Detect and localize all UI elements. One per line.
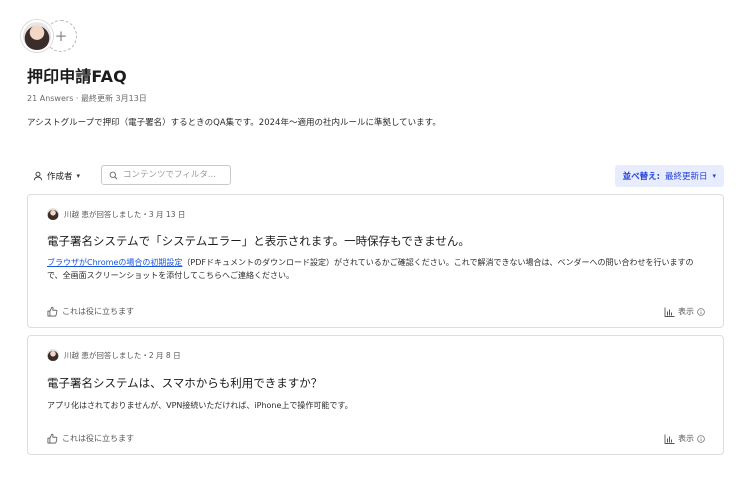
sort-dropdown[interactable]: 並べ替え: 最終更新日 ▾ xyxy=(614,165,724,187)
helpful-label: これは役に立ちます xyxy=(62,434,134,443)
answer-link[interactable]: ブラウザがChromeの場合の初期設定 xyxy=(47,258,182,267)
qa-card: 川越 恵が回答しました・2 月 8 日 電子署名システムは、スマホからも利用でき… xyxy=(27,335,724,455)
answer-author: 川越 恵が回答しました・2 月 8 日 xyxy=(47,349,181,361)
info-icon xyxy=(697,434,705,443)
question-title[interactable]: 電子署名システムで「システムエラー」と表示されます。一時保存もできません。 xyxy=(47,233,470,249)
user-icon xyxy=(33,171,43,181)
avatar[interactable] xyxy=(21,20,53,52)
answer-author: 川越 恵が回答しました・3 月 13 日 xyxy=(47,208,185,220)
question-title[interactable]: 電子署名システムは、スマホからも利用できますか？ xyxy=(47,375,322,391)
helpful-label: これは役に立ちます xyxy=(62,307,134,316)
helpful-button[interactable]: これは役に立ちます xyxy=(47,306,134,317)
page-description: アシストグループで押印（電子署名）するときのQA集です。2024年～適用の社内ル… xyxy=(27,118,441,128)
avatar[interactable] xyxy=(47,208,59,220)
helpful-button[interactable]: これは役に立ちます xyxy=(47,433,134,444)
search-icon xyxy=(109,171,118,180)
author-filter-label: 作成者 xyxy=(47,172,73,182)
answer-text: ブラウザがChromeの場合の初期設定（PDFドキュメントのダウンロード設定）が… xyxy=(47,256,705,282)
avatar[interactable] xyxy=(47,349,59,361)
filter-input[interactable] xyxy=(123,170,223,180)
chevron-down-icon: ▾ xyxy=(76,172,81,180)
collaborator-avatars: + xyxy=(21,20,81,52)
toolbar: 作成者 ▾ 並べ替え: 最終更新日 ▾ xyxy=(27,165,724,187)
qa-card: 川越 恵が回答しました・3 月 13 日 電子署名システムで「システムエラー」と… xyxy=(27,194,724,328)
answered-by-text: 川越 恵が回答しました・3 月 13 日 xyxy=(64,209,186,219)
content-filter[interactable] xyxy=(101,165,231,185)
author-filter-button[interactable]: 作成者 ▾ xyxy=(27,165,86,187)
bar-chart-icon xyxy=(664,307,675,317)
views-button[interactable]: 表示 xyxy=(664,433,705,444)
views-label: 表示 xyxy=(678,434,694,443)
page-title: 押印申請FAQ xyxy=(27,67,127,86)
thumbs-up-icon xyxy=(47,306,58,317)
views-button[interactable]: 表示 xyxy=(664,306,705,317)
chevron-down-icon: ▾ xyxy=(712,172,716,180)
answer-text: アプリ化はされておりませんが、VPN接続いただければ、iPhone上で操作可能で… xyxy=(47,401,353,410)
sort-label: 並べ替え: xyxy=(622,172,660,182)
answers-meta: 21 Answers · 最終更新 3月13日 xyxy=(27,94,147,103)
answered-by-text: 川越 恵が回答しました・2 月 8 日 xyxy=(64,350,181,360)
thumbs-up-icon xyxy=(47,433,58,444)
views-label: 表示 xyxy=(678,307,694,316)
bar-chart-icon xyxy=(664,434,675,444)
sort-value: 最終更新日 xyxy=(664,172,708,182)
info-icon xyxy=(697,307,705,316)
